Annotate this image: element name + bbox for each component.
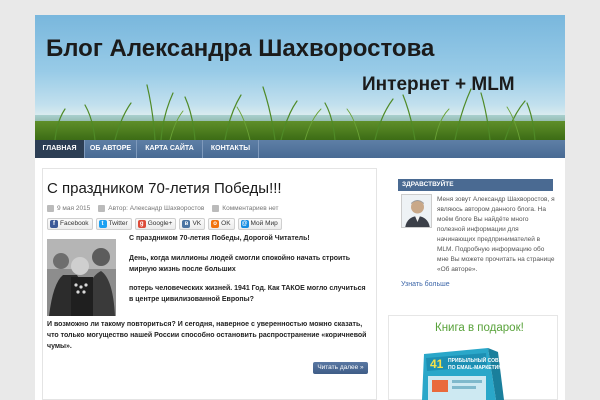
google-plus-icon: g xyxy=(137,220,146,228)
main-nav: ГЛАВНАЯ ОБ АВТОРЕ КАРТА САЙТА КОНТАКТЫ xyxy=(35,140,565,158)
veteran-photo xyxy=(47,239,116,316)
nav-sitemap[interactable]: КАРТА САЙТА xyxy=(137,140,203,158)
comment-icon xyxy=(212,205,220,212)
post-paragraph-4: И возможно ли такому повториться? И сего… xyxy=(47,321,367,350)
book-line-1: ПРИБЫЛЬНЫЙ СОВЕТ xyxy=(448,356,505,364)
twitter-icon: t xyxy=(98,220,107,228)
share-label: Twitter xyxy=(108,220,128,227)
post-comments[interactable]: Комментариев нет xyxy=(222,205,278,212)
author-avatar xyxy=(401,194,432,228)
header-banner[interactable]: Блог Александра Шахворостова Интернет + … xyxy=(35,15,565,140)
share-button-facebook[interactable]: f Facebook xyxy=(47,218,93,230)
learn-more-link[interactable]: Узнать больше xyxy=(401,281,450,288)
widget-title: ЗДРАВСТВУЙТЕ xyxy=(398,179,553,191)
share-label: Google+ xyxy=(147,220,173,227)
site-tagline: Интернет + MLM xyxy=(362,74,515,95)
share-button-vk[interactable]: в VK xyxy=(179,218,206,230)
site-title[interactable]: Блог Александра Шахворостова xyxy=(46,35,434,63)
gift-title: Книга в подарок! xyxy=(435,322,524,334)
moy-mir-icon: @ xyxy=(240,220,249,228)
book-number: 41 xyxy=(430,357,444,371)
calendar-icon xyxy=(47,205,54,212)
post-paragraph-2: День, когда миллионы людей смогли спокой… xyxy=(129,255,351,273)
ok-icon: o xyxy=(211,220,220,228)
nav-contacts[interactable]: КОНТАКТЫ xyxy=(203,140,259,158)
post-meta: 9 мая 2015 Автор: Александр Шахворостов … xyxy=(47,205,286,212)
post-paragraph-3: потерь человеческих жизней. 1941 Год. Ка… xyxy=(129,285,366,303)
share-buttons: f Facebook t Twitter g Google+ в VK o OK @ Мой Мир xyxy=(47,218,285,230)
post-author[interactable]: Автор: Александр Шахворостов xyxy=(108,205,204,212)
nav-home[interactable]: ГЛАВНАЯ xyxy=(35,140,85,158)
facebook-icon: f xyxy=(50,220,58,228)
post-paragraph-1: С праздником 70-летия Победы, Дорогой Чи… xyxy=(129,235,310,242)
book-line-2: ПО EMAIL-МАРКЕТИНГУ xyxy=(448,365,509,371)
share-button-twitter[interactable]: t Twitter xyxy=(95,218,132,230)
nav-about[interactable]: ОБ АВТОРЕ xyxy=(85,140,137,158)
user-icon xyxy=(98,205,106,212)
about-text: Меня зовут Александр Шахворостов, я явля… xyxy=(437,196,555,273)
post-title[interactable]: С праздником 70-летия Победы!!! xyxy=(47,180,282,197)
author-portrait-icon xyxy=(402,195,431,227)
share-button-google-[interactable]: g Google+ xyxy=(134,218,177,230)
gift-book-cover[interactable]: 41 ПРИБЫЛЬНЫЙ СОВЕТ ПО EMAIL-МАРКЕТИНГУ xyxy=(418,344,513,400)
share-label: VK xyxy=(192,220,202,227)
post-date: 9 мая 2015 xyxy=(57,205,91,212)
share-label: Мой Мир xyxy=(250,220,278,227)
share-label: OK xyxy=(221,220,231,227)
share-button-мой-мир[interactable]: @ Мой Мир xyxy=(237,218,282,230)
vk-icon: в xyxy=(182,220,191,228)
share-button-ok[interactable]: o OK xyxy=(208,218,235,230)
share-label: Facebook xyxy=(60,220,89,227)
read-more-button[interactable]: Читать далее » xyxy=(313,362,368,374)
